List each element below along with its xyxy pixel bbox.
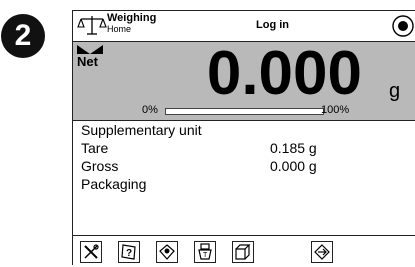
info-panel: Supplementary unit Tare 0.185 g Gross 0.…	[73, 121, 415, 236]
print-icon	[314, 244, 330, 260]
info-label-supplementary-unit: Supplementary unit	[81, 122, 202, 138]
weighing-panel: Net 0.000 g 0% 100%	[73, 39, 415, 121]
info-label-packaging: Packaging	[81, 176, 147, 192]
packaging-button[interactable]	[232, 241, 254, 263]
weight-unit[interactable]: g	[389, 80, 400, 103]
info-label-tare: Tare	[81, 140, 109, 156]
help-icon: ?	[121, 244, 136, 260]
weight-reading: 0.000	[206, 39, 362, 108]
svg-text:?: ?	[126, 248, 132, 259]
function-toolbar: ? T	[73, 237, 415, 267]
settings-icon	[84, 244, 99, 259]
settings-button[interactable]	[80, 241, 102, 263]
net-label: Net	[77, 54, 98, 69]
help-button[interactable]: ?	[118, 241, 140, 263]
login-button[interactable]: Log in	[256, 19, 289, 31]
packaging-icon	[235, 244, 251, 260]
stability-icon	[392, 15, 414, 37]
balance-screen: Weighing Home Log in Net 0.000 g 0% 100%…	[72, 10, 415, 265]
info-label-gross: Gross	[81, 158, 119, 174]
info-value-tare: 0.185 g	[270, 140, 317, 156]
step-badge: 2	[1, 14, 45, 58]
tare-button[interactable]: T	[194, 241, 216, 263]
mode-title: Weighing	[107, 12, 157, 24]
capacity-bar	[165, 108, 324, 115]
print-button[interactable]	[311, 241, 333, 263]
capacity-bar-min: 0%	[142, 104, 158, 116]
info-value-gross: 0.000 g	[270, 158, 317, 174]
tare-icon: T	[198, 243, 212, 260]
profile-button[interactable]	[156, 241, 178, 263]
weighing-mode-icon[interactable]	[77, 14, 107, 36]
net-indicator-icon	[77, 45, 103, 54]
capacity-bar-max: 100%	[321, 104, 350, 116]
mode-subtitle: Home	[107, 24, 132, 34]
svg-text:T: T	[203, 252, 208, 259]
profile-icon	[159, 244, 175, 260]
